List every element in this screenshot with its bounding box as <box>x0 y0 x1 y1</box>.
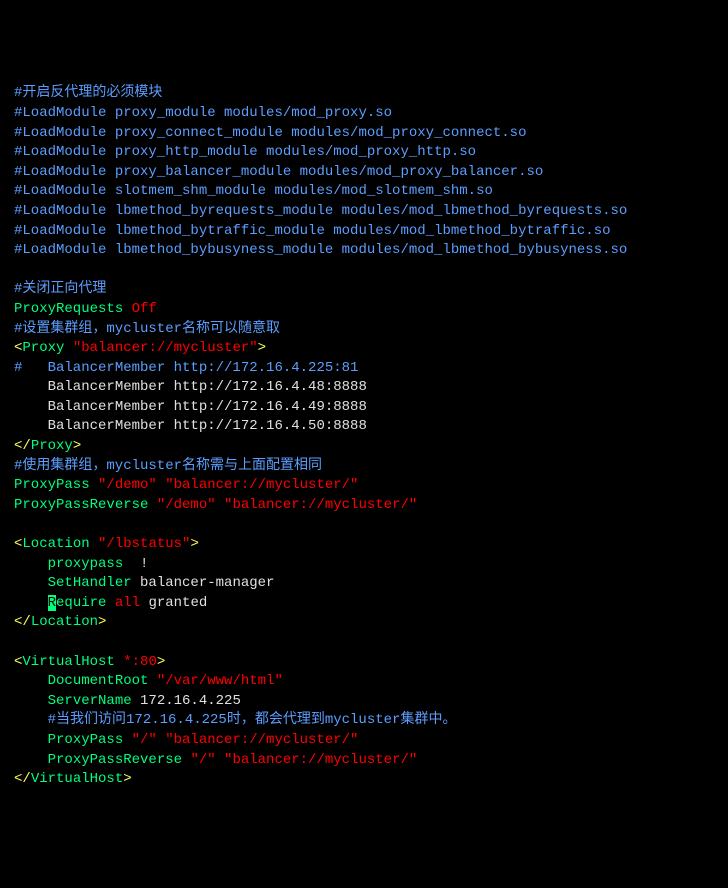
comment-line: #LoadModule proxy_connect_module modules… <box>14 124 714 144</box>
proxypass-line: ProxyPass "/" "balancer://mycluster/" <box>14 731 714 751</box>
comment-line: #LoadModule lbmethod_bybusyness_module m… <box>14 241 714 261</box>
comment-line: #当我们访问172.16.4.225时，都会代理到mycluster集群中。 <box>14 711 714 731</box>
balancer-member: BalancerMember http://172.16.4.49:8888 <box>14 398 714 418</box>
proxypassreverse-line: ProxyPassReverse "/" "balancer://myclust… <box>14 751 714 771</box>
blank-line <box>14 515 714 535</box>
comment-line: #LoadModule proxy_http_module modules/mo… <box>14 143 714 163</box>
comment-line: #关闭正向代理 <box>14 280 714 300</box>
tag-open-location: <Location "/lbstatus"> <box>14 535 714 555</box>
require-line: Require all granted <box>14 594 714 614</box>
comment-line: #LoadModule slotmem_shm_module modules/m… <box>14 182 714 202</box>
balancer-member: BalancerMember http://172.16.4.50:8888 <box>14 417 714 437</box>
tag-close-location: </Location> <box>14 613 714 633</box>
tag-open-proxy: <Proxy "balancer://mycluster"> <box>14 339 714 359</box>
blank-line <box>14 633 714 653</box>
terminal-code-block[interactable]: #开启反代理的必须模块#LoadModule proxy_module modu… <box>14 84 714 789</box>
comment-line: #开启反代理的必须模块 <box>14 84 714 104</box>
comment-line: #使用集群组，mycluster名称需与上面配置相同 <box>14 457 714 477</box>
cursor: R <box>48 595 56 611</box>
proxypass-excl-line: proxypass ! <box>14 555 714 575</box>
sethandler-line: SetHandler balancer-manager <box>14 574 714 594</box>
comment-line: # BalancerMember http://172.16.4.225:81 <box>14 359 714 379</box>
balancer-member: BalancerMember http://172.16.4.48:8888 <box>14 378 714 398</box>
comment-line: #LoadModule lbmethod_byrequests_module m… <box>14 202 714 222</box>
tag-open-virtualhost: <VirtualHost *:80> <box>14 653 714 673</box>
proxypass-line: ProxyPass "/demo" "balancer://mycluster/… <box>14 476 714 496</box>
comment-line: #LoadModule proxy_module modules/mod_pro… <box>14 104 714 124</box>
tag-close-virtualhost: </VirtualHost> <box>14 770 714 790</box>
comment-line: #LoadModule proxy_balancer_module module… <box>14 163 714 183</box>
comment-line: #设置集群组，mycluster名称可以随意取 <box>14 320 714 340</box>
blank-line <box>14 261 714 281</box>
tag-close-proxy: </Proxy> <box>14 437 714 457</box>
directive-line: ProxyRequests Off <box>14 300 714 320</box>
servername-line: ServerName 172.16.4.225 <box>14 692 714 712</box>
proxypassreverse-line: ProxyPassReverse "/demo" "balancer://myc… <box>14 496 714 516</box>
comment-line: #LoadModule lbmethod_bytraffic_module mo… <box>14 222 714 242</box>
documentroot-line: DocumentRoot "/var/www/html" <box>14 672 714 692</box>
